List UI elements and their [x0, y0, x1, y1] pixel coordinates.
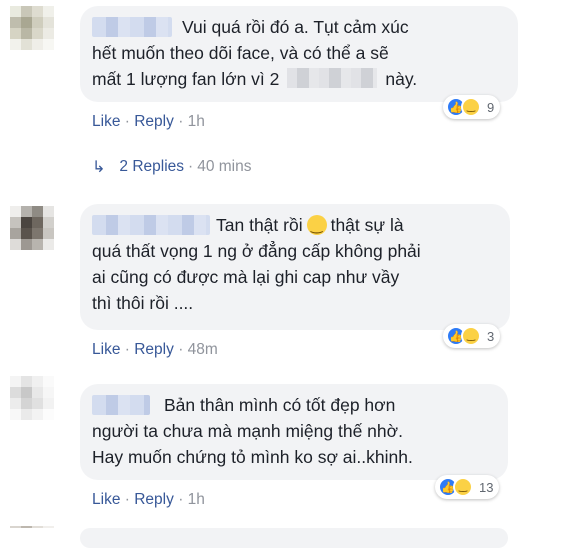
comment-bubble: Vui quá rồi đó a. Tụt cảm xúc hết muốn t… [80, 6, 518, 102]
reply-link[interactable]: Reply [134, 491, 174, 508]
reaction-count: 9 [487, 99, 495, 115]
comment-text-line: này. [385, 69, 418, 89]
comment-text-line: Hay muốn chứng tỏ mình ko sợ ai..khinh. [92, 447, 413, 467]
separator-dot: · [124, 491, 130, 508]
comment-text-line: thì thôi rồi .... [92, 293, 194, 313]
view-replies-link[interactable]: ↳ 2 Replies · 40 mins [92, 157, 251, 177]
comment-actions: Like · Reply · 48m [92, 341, 218, 359]
reply-arrow-icon: ↳ [92, 159, 106, 176]
like-link[interactable]: Like [92, 491, 120, 508]
comment-text-line: người ta chưa mà mạnh miệng thế nhờ. [92, 421, 403, 441]
comment-timestamp[interactable]: 48m [188, 341, 218, 358]
reaction-count: 13 [479, 479, 494, 495]
reactions-summary[interactable]: 👍 ‿ 3 [443, 324, 501, 348]
comment-actions: Like · Reply · 1h [92, 491, 205, 509]
author-name-redacted[interactable] [92, 17, 172, 37]
comment-text-line: Bản thân mình có tốt đẹp hơn [164, 395, 396, 415]
replies-count-label[interactable]: 2 Replies [119, 158, 184, 176]
comment-text-line: hết muốn theo dõi face, và có thể a sẽ [92, 43, 389, 63]
separator-dot: · [124, 341, 130, 358]
reply-link[interactable]: Reply [134, 113, 174, 130]
comment-text-line: ai cũng có được mà lại ghi cap như vầy [92, 267, 400, 287]
comment-text-line: Tan thật rồi [216, 215, 303, 235]
separator-dot: · [178, 491, 184, 508]
comment-bubble [80, 528, 508, 548]
like-link[interactable]: Like [92, 113, 120, 130]
reply-link[interactable]: Reply [134, 341, 174, 358]
like-link[interactable]: Like [92, 341, 120, 358]
comment-text-line: Vui quá rồi đó a. Tụt cảm xúc [182, 17, 409, 37]
laughing-face-icon: ‿ [461, 326, 481, 346]
comment-timestamp[interactable]: 1h [188, 113, 205, 130]
author-name-redacted[interactable] [92, 215, 210, 235]
comment-bubble: Bản thân mình có tốt đẹp hơn người ta ch… [80, 384, 508, 480]
comment-bubble: Tan thật rồi ‿ thật sự là quá thất vọng … [80, 204, 510, 330]
laughing-face-icon: ‿ [461, 97, 481, 117]
comment-text-line: thật sự là [330, 215, 404, 235]
avatar[interactable] [10, 6, 54, 50]
avatar[interactable] [10, 526, 54, 534]
reactions-summary[interactable]: 👍 ‿ 13 [435, 475, 500, 499]
separator-dot: · [188, 158, 194, 175]
avatar[interactable] [10, 376, 54, 420]
comment-text-line: quá thất vọng 1 ng ở đẳng cấp không phải [92, 241, 421, 261]
author-name-redacted[interactable] [92, 395, 150, 415]
replies-timestamp: 40 mins [197, 158, 252, 175]
reaction-count: 3 [487, 328, 495, 344]
comment-actions: Like · Reply · 1h [92, 113, 205, 131]
separator-dot: · [178, 113, 184, 130]
comment-timestamp[interactable]: 1h [188, 491, 205, 508]
reactions-summary[interactable]: 👍 ‿ 9 [443, 95, 501, 119]
redacted-word [287, 68, 378, 88]
comment-text-line: mất 1 lượng fan lớn vì 2 [92, 69, 280, 89]
separator-dot: · [178, 341, 184, 358]
separator-dot: · [124, 113, 130, 130]
avatar[interactable] [10, 206, 54, 250]
smiling-face-emoji: ‿ [306, 215, 327, 235]
laughing-face-icon: ‿ [453, 477, 473, 497]
